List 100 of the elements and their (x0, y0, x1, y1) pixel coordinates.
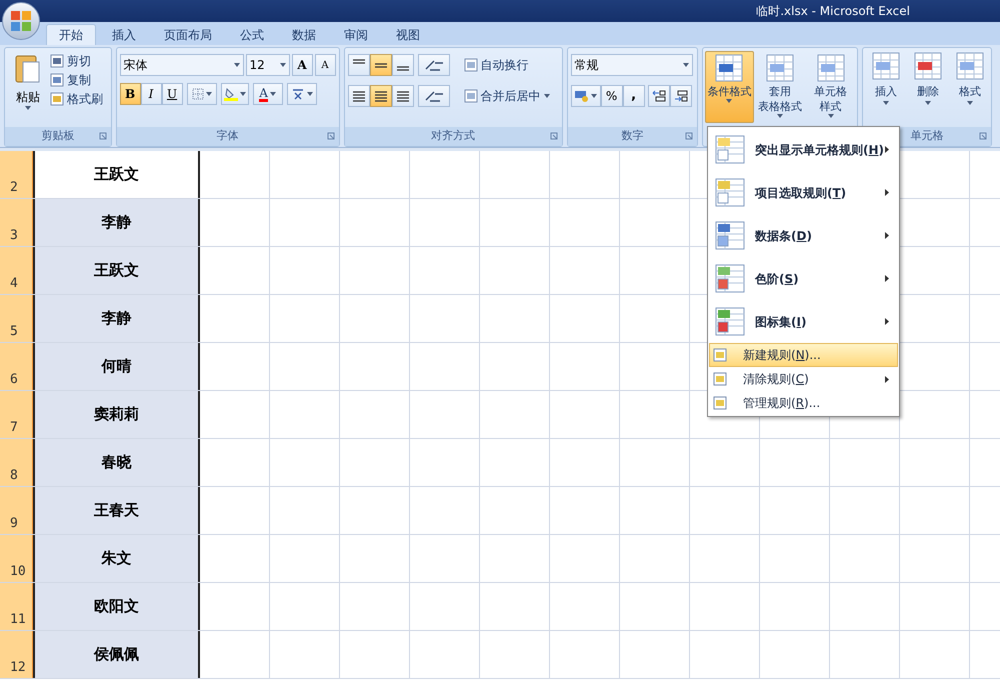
table-cell: 李静 (33, 199, 200, 246)
ribbon-tab[interactable]: 插入 (100, 24, 148, 45)
indent-icon (424, 90, 444, 102)
menu-item[interactable]: 新建规则(N)... (709, 343, 898, 367)
table-cell: 王跃文 (33, 151, 200, 198)
increase-decimal-icon (652, 90, 666, 102)
vertical-align-button[interactable] (348, 54, 370, 76)
grow-font-button[interactable]: A (292, 54, 313, 76)
menu-item[interactable]: 清除规则(C) (709, 367, 898, 391)
paste-button[interactable]: 粘贴 (8, 52, 48, 127)
horizontal-align-button[interactable] (392, 85, 414, 107)
increase-decimal-button[interactable] (648, 85, 670, 107)
row-header[interactable]: 11 (0, 583, 33, 630)
caret-icon (777, 114, 783, 118)
row-header[interactable]: 12 (0, 631, 33, 678)
ribbon-tab[interactable]: 页面布局 (152, 24, 224, 45)
icon-sets-icon (715, 306, 747, 336)
phonetic-button[interactable] (286, 83, 317, 105)
dialog-launcher-icon[interactable] (98, 132, 107, 140)
font-style-button[interactable]: B (120, 83, 141, 105)
caret-icon (967, 100, 973, 104)
font-color-button[interactable]: A (252, 83, 283, 105)
menu-item[interactable]: 图标集(I) (709, 300, 898, 343)
horizontal-align-button[interactable] (370, 85, 392, 107)
currency-button[interactable] (570, 85, 601, 107)
clipboard-command[interactable]: 复制 (50, 71, 103, 88)
ribbon-tab[interactable]: 视图 (384, 24, 432, 45)
row-header[interactable]: 8 (0, 439, 33, 486)
insert-cells-icon (872, 52, 900, 80)
menu-item[interactable]: 数据条(D) (709, 214, 898, 257)
font-style-button[interactable]: I (140, 83, 162, 105)
dialog-launcher-icon[interactable] (685, 132, 693, 140)
paint-bucket-icon (224, 87, 238, 101)
row-header[interactable]: 10 (0, 535, 33, 582)
clipboard-command[interactable]: 剪切 (50, 52, 103, 69)
row-header[interactable]: 6 (0, 343, 33, 390)
row-header[interactable]: 4 (0, 247, 33, 294)
wrap-text-button[interactable]: 自动换行 (464, 54, 529, 76)
table-cell: 欧阳文 (33, 583, 200, 630)
ribbon-tab[interactable]: 开始 (46, 24, 96, 45)
caret-icon (828, 114, 834, 118)
shrink-font-button[interactable]: A (314, 54, 336, 76)
table-cell: 李静 (33, 295, 200, 342)
dialog-launcher-icon[interactable] (550, 132, 558, 140)
decrease-decimal-button[interactable] (670, 85, 692, 107)
ribbon-tab[interactable]: 审阅 (332, 24, 380, 45)
styles-button-label: 单元格 (814, 84, 848, 99)
vertical-align-button[interactable] (392, 54, 414, 76)
caret-icon (240, 92, 246, 96)
format-cells-icon (956, 52, 984, 80)
menu-item[interactable]: 管理规则(R)... (709, 391, 898, 415)
ribbon-tab[interactable]: 公式 (228, 24, 276, 45)
cells-button[interactable]: 插入 (868, 52, 904, 127)
styles-button[interactable]: 条件格式 (705, 51, 754, 123)
cells-button[interactable]: 删除 (910, 52, 946, 127)
delete-cells-icon (914, 52, 942, 80)
data-bars-icon (715, 220, 747, 250)
row-header[interactable]: 7 (0, 391, 33, 438)
merge-center-button[interactable]: 合并后居中 (464, 85, 550, 107)
styles-button-label: 条件格式 (707, 84, 752, 99)
clipboard-command[interactable]: 格式刷 (50, 90, 103, 107)
row-header[interactable]: 2 (0, 151, 33, 198)
caret-icon (234, 63, 240, 67)
font-style-button[interactable]: U (162, 83, 183, 105)
caret-icon (206, 92, 212, 96)
align-lines-icon (374, 62, 388, 68)
styles-button[interactable]: 套用 表格格式 (756, 51, 804, 123)
styles-button[interactable]: 单元格 样式 (806, 51, 856, 123)
caret-icon (306, 92, 313, 96)
cells-button[interactable]: 格式 (952, 52, 988, 127)
dialog-launcher-icon[interactable] (979, 132, 987, 140)
caret-icon (25, 106, 31, 110)
indent-button[interactable] (418, 85, 450, 107)
menu-item[interactable]: 色阶(S) (709, 257, 898, 300)
table-cell: 何晴 (33, 343, 200, 390)
number-format-dropdown[interactable]: 常规 (570, 54, 693, 76)
orientation-button[interactable] (418, 54, 450, 76)
ribbon-tab[interactable]: 数据 (280, 24, 328, 45)
row-header[interactable]: 3 (0, 199, 33, 246)
group-label: 字体 (216, 128, 239, 144)
group-label: 数字 (621, 128, 644, 144)
menu-item[interactable]: 突出显示单元格规则(H) (709, 128, 898, 171)
font-name-dropdown[interactable]: 宋体 (120, 54, 244, 76)
borders-button[interactable] (186, 83, 217, 105)
color-scales-icon (715, 264, 747, 294)
percent-button[interactable]: % (600, 85, 623, 107)
row-header[interactable]: 5 (0, 295, 33, 342)
row-header[interactable]: 9 (0, 487, 33, 534)
font-size-dropdown[interactable]: 12 (246, 54, 290, 76)
table-cell: 窦莉莉 (33, 391, 200, 438)
comma-button[interactable]: , (622, 85, 645, 107)
align-lines-icon (396, 90, 410, 102)
align-lines-icon (352, 90, 366, 102)
group-label: 单元格 (910, 128, 944, 144)
dialog-launcher-icon[interactable] (326, 132, 335, 140)
menu-item[interactable]: 项目选取规则(T) (709, 171, 898, 214)
fill-color-button[interactable] (220, 83, 249, 105)
horizontal-align-button[interactable] (348, 85, 370, 107)
vertical-align-button[interactable] (370, 54, 392, 76)
caret-icon (883, 100, 889, 104)
